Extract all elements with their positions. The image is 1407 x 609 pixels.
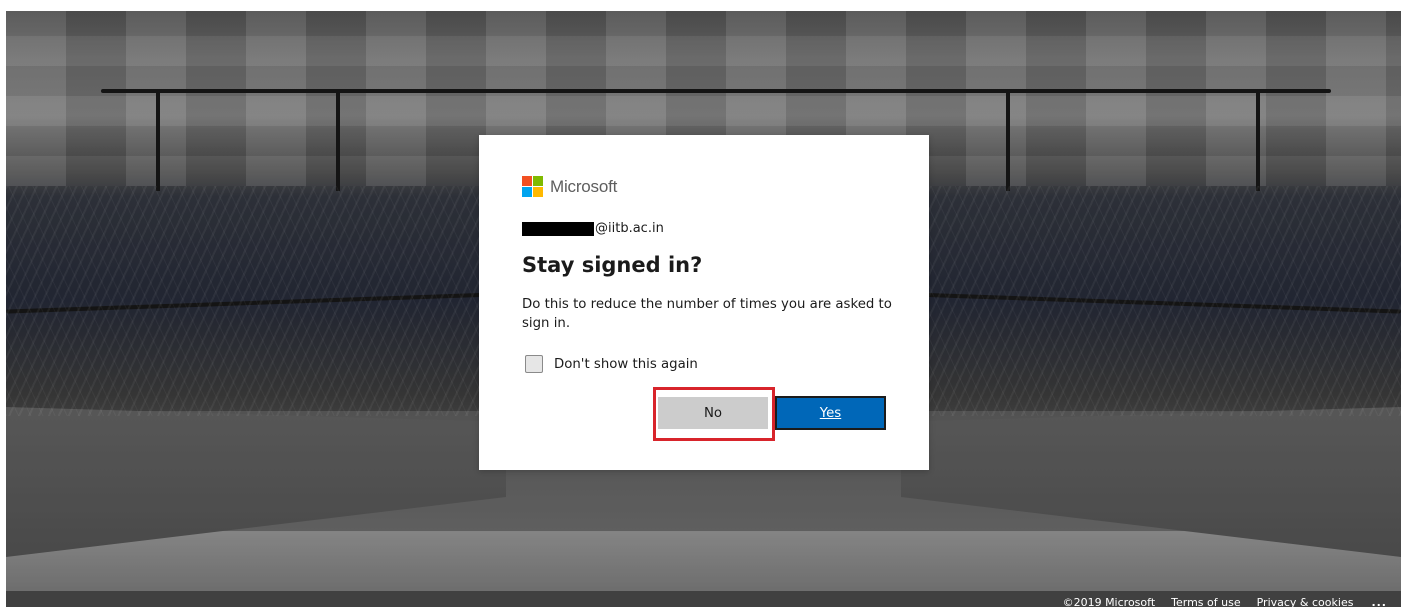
footer-links: ©2019 Microsoft Terms of use Privacy & c…	[1047, 596, 1387, 609]
footer-more-icon[interactable]: ...	[1371, 596, 1387, 609]
stay-signed-in-dialog: Microsoft @iitb.ac.in Stay signed in? Do…	[479, 135, 929, 470]
railing-right	[911, 292, 1401, 314]
identity-domain: @iitb.ac.in	[595, 221, 664, 236]
page: Microsoft @iitb.ac.in Stay signed in? Do…	[0, 0, 1407, 609]
logo-square-yellow	[533, 187, 543, 197]
no-button[interactable]: No	[658, 397, 768, 429]
account-identity: @iitb.ac.in	[522, 221, 664, 236]
footer: ©2019 Microsoft Terms of use Privacy & c…	[6, 591, 1401, 609]
dont-show-again-checkbox[interactable]	[525, 355, 543, 373]
brand-name: Microsoft	[550, 176, 618, 196]
railing-left	[6, 292, 496, 314]
redacted-username	[522, 221, 594, 236]
footer-terms-link[interactable]: Terms of use	[1171, 596, 1240, 609]
logo-square-blue	[522, 187, 532, 197]
logo-square-green	[533, 176, 543, 186]
dont-show-again-row[interactable]: Don't show this again	[525, 355, 698, 373]
yes-button[interactable]: Yes	[775, 396, 886, 430]
footer-privacy-link[interactable]: Privacy & cookies	[1257, 596, 1354, 609]
microsoft-logo: Microsoft	[522, 176, 617, 197]
footer-copyright: ©2019 Microsoft	[1062, 596, 1156, 609]
dialog-description: Do this to reduce the number of times yo…	[522, 297, 892, 331]
dont-show-again-label: Don't show this again	[554, 356, 698, 372]
microsoft-logo-icon	[522, 176, 543, 197]
logo-square-red	[522, 176, 532, 186]
dialog-title: Stay signed in?	[522, 253, 703, 277]
